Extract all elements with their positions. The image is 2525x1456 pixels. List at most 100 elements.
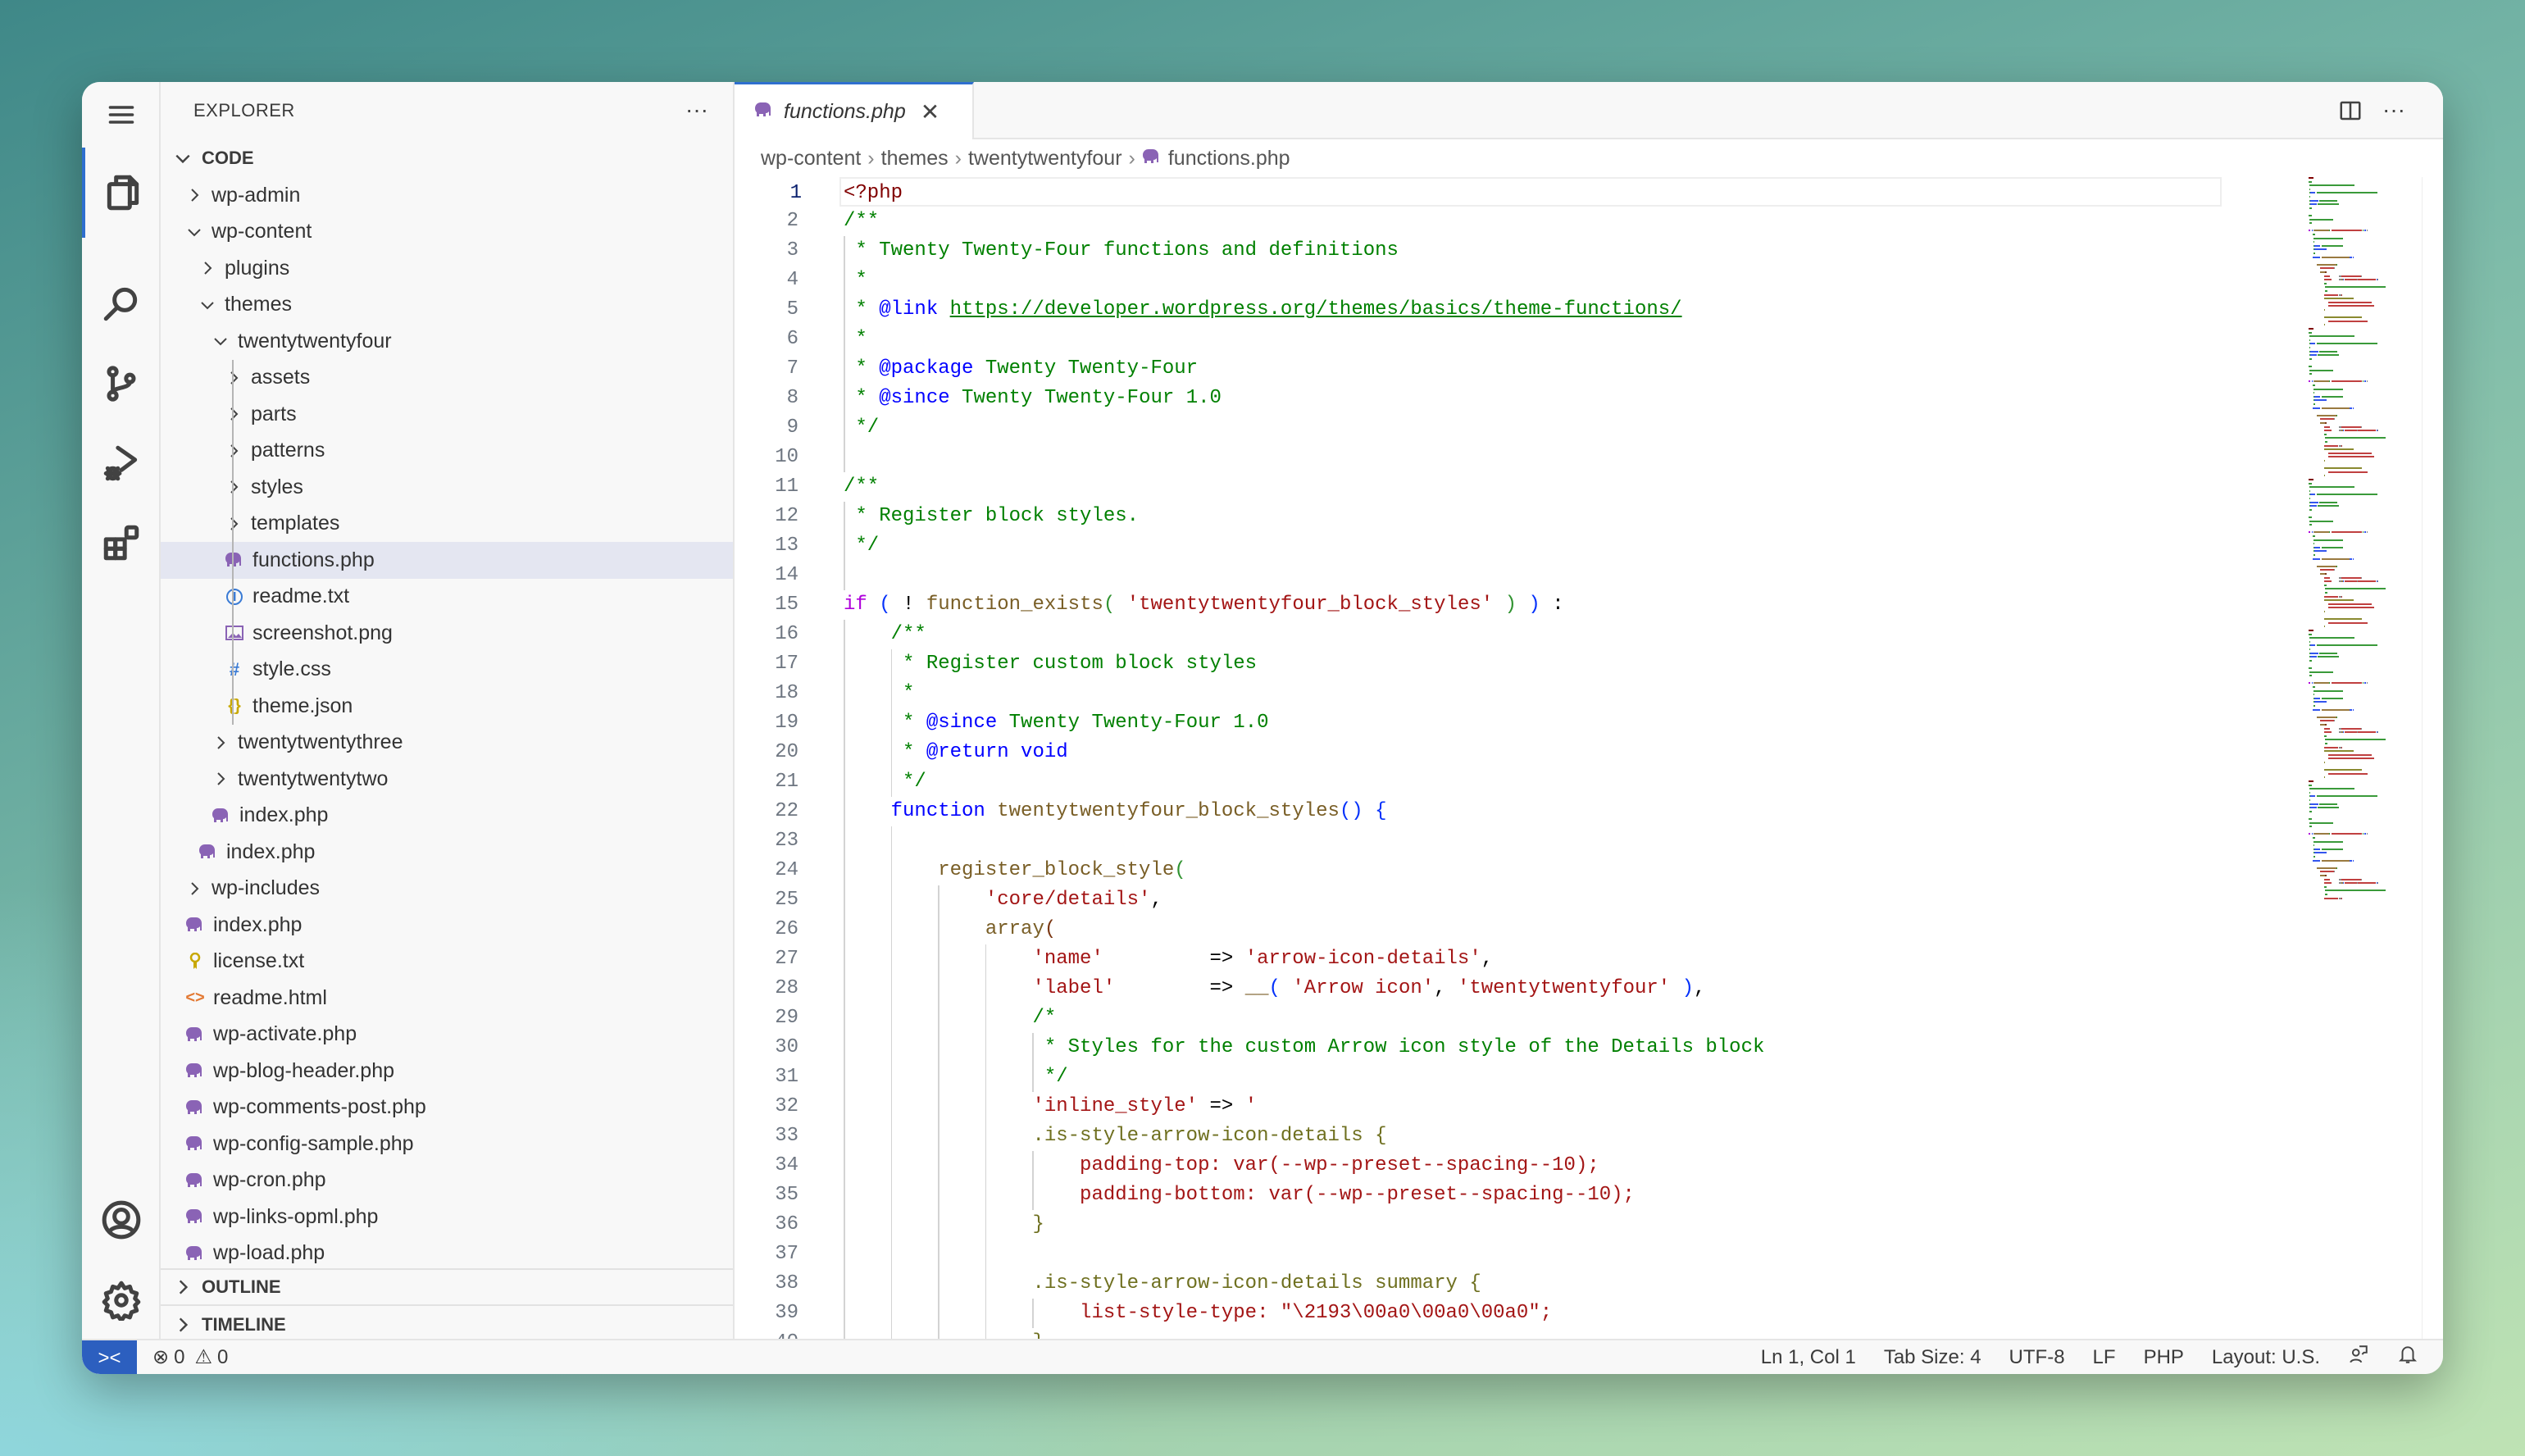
code-line[interactable]: 3 * Twenty Twenty-Four functions and def… [735,236,2222,266]
end-of-line[interactable]: LF [2093,1346,2116,1369]
code-line[interactable]: 5 * @link https://developer.wordpress.or… [735,295,2222,325]
tab-size[interactable]: Tab Size: 4 [1884,1346,1981,1369]
more-actions-icon[interactable]: ··· [685,97,708,123]
code-line[interactable]: 7 * @package Twenty Twenty-Four [735,354,2222,384]
folder-item-parts[interactable]: parts [161,396,733,433]
folder-item-patterns[interactable]: patterns [161,433,733,470]
code-line[interactable]: 34 padding-top: var(--wp--preset--spacin… [735,1151,2222,1181]
code-line[interactable]: 33 .is-style-arrow-icon-details { [735,1122,2222,1151]
code-line[interactable]: 10 [735,443,2222,472]
code-line[interactable]: 8 * @since Twenty Twenty-Four 1.0 [735,384,2222,413]
more-editor-actions-icon[interactable]: ··· [2382,97,2405,123]
code-line[interactable]: 26 array( [735,915,2222,944]
breadcrumb-item[interactable]: twentytwentyfour [968,147,1122,171]
file-item-screenshot-png[interactable]: screenshot.png [161,615,733,652]
file-item-functions-php[interactable]: functions.php [161,542,733,579]
folder-item-wp-content[interactable]: wp-content [161,214,733,251]
menu-icon[interactable] [82,82,161,148]
code-line[interactable]: 36 } [735,1210,2222,1240]
code-line[interactable]: 13 */ [735,531,2222,561]
language-mode[interactable]: PHP [2144,1346,2184,1369]
code-line[interactable]: 23 [735,826,2222,856]
file-item-wp-blog-header-php[interactable]: wp-blog-header.php [161,1053,733,1090]
folder-item-wp-admin[interactable]: wp-admin [161,177,733,214]
file-item-wp-links-opml-php[interactable]: wp-links-opml.php [161,1199,733,1235]
code-line[interactable]: 40 } [735,1328,2222,1339]
code-line[interactable]: 17 * Register custom block styles [735,649,2222,679]
code-line[interactable]: 2 /** [735,207,2222,236]
file-item-index-php[interactable]: index.php [161,834,733,871]
code-line[interactable]: 20 * @return void [735,738,2222,767]
file-item-theme-json[interactable]: {} theme.json [161,688,733,725]
file-item-wp-load-php[interactable]: wp-load.php [161,1235,733,1272]
tab-functions-php[interactable]: functions.php ✕ [735,82,974,139]
settings-icon[interactable] [82,1267,161,1333]
extensions-icon[interactable] [82,510,161,576]
code-line[interactable]: 4 * [735,266,2222,295]
folder-item-twentytwentyfour[interactable]: twentytwentyfour [161,323,733,360]
folder-item-twentytwentythree[interactable]: twentytwentythree [161,725,733,762]
code-line[interactable]: 9 */ [735,413,2222,443]
folder-item-styles[interactable]: styles [161,469,733,506]
breadcrumb-item[interactable]: themes [881,147,949,171]
search-icon[interactable] [82,271,161,336]
code-line[interactable]: 6 * [735,325,2222,354]
code-line[interactable]: 29 /* [735,1003,2222,1033]
outline-section[interactable]: OUTLINE [161,1268,733,1306]
code-line[interactable]: 25 'core/details', [735,885,2222,915]
code-line[interactable]: 35 padding-bottom: var(--wp--preset--spa… [735,1181,2222,1210]
vertical-scrollbar[interactable] [2422,177,2443,1339]
folder-item-twentytwentytwo[interactable]: twentytwentytwo [161,761,733,798]
code-line[interactable]: 24 register_block_style( [735,856,2222,885]
file-item-readme-txt[interactable]: i readme.txt [161,579,733,616]
folder-item-plugins[interactable]: plugins [161,250,733,287]
file-item-wp-comments-post-php[interactable]: wp-comments-post.php [161,1090,733,1126]
close-tab-icon[interactable]: ✕ [921,98,939,125]
code-line[interactable]: 39 list-style-type: "\2193\00a0\00a0\00a… [735,1299,2222,1328]
accounts-feedback-icon[interactable] [2348,1344,2369,1371]
folder-item-templates[interactable]: templates [161,506,733,543]
file-item-wp-activate-php[interactable]: wp-activate.php [161,1017,733,1053]
code-line[interactable]: 15 if ( ! function_exists( 'twentytwentyf… [735,590,2222,620]
remote-button[interactable]: >< [82,1340,137,1374]
file-item-index-php[interactable]: index.php [161,907,733,944]
code-line[interactable]: 19 * @since Twenty Twenty-Four 1.0 [735,708,2222,738]
accounts-icon[interactable] [82,1187,161,1253]
code-line[interactable]: 1 <?php [790,177,2222,207]
cursor-position[interactable]: Ln 1, Col 1 [1761,1346,1856,1369]
breadcrumb-item[interactable]: functions.php [1168,147,1290,171]
code-line[interactable]: 14 [735,561,2222,590]
code-line[interactable]: 16 /** [735,620,2222,649]
code-line[interactable]: 27 'name' => 'arrow-icon-details', [735,944,2222,974]
code-line[interactable]: 32 'inline_style' => ' [735,1092,2222,1122]
folder-item-wp-includes[interactable]: wp-includes [161,871,733,908]
problems-indicator[interactable]: ⊗ 0 ⚠ 0 [152,1340,228,1374]
code-link[interactable]: https://developer.wordpress.org/themes/b… [950,298,1682,321]
code-line[interactable]: 28 'label' => __( 'Arrow icon', 'twentyt… [735,974,2222,1003]
file-item-index-php[interactable]: index.php [161,798,733,835]
code-line[interactable]: 11 /** [735,472,2222,502]
source-control-icon[interactable] [82,351,161,416]
keyboard-layout[interactable]: Layout: U.S. [2212,1346,2320,1369]
code-line[interactable]: 37 [735,1240,2222,1269]
code-line[interactable]: 12 * Register block styles. [735,502,2222,531]
folder-item-assets[interactable]: assets [161,360,733,397]
folder-root-code[interactable]: CODE [161,139,733,177]
file-item-license-txt[interactable]: license.txt [161,944,733,981]
run-debug-icon[interactable] [82,430,161,496]
code-line[interactable]: 18 * [735,679,2222,708]
code-line[interactable]: 21 */ [735,767,2222,797]
code-line[interactable]: 31 */ [735,1062,2222,1092]
folder-item-themes[interactable]: themes [161,287,733,324]
breadcrumb-item[interactable]: wp-content [761,147,861,171]
code-line[interactable]: 38 .is-style-arrow-icon-details summary … [735,1269,2222,1299]
file-item-readme-html[interactable]: <> readme.html [161,980,733,1017]
code-editor[interactable]: 1 <?php 2/** 3 * Twenty Twenty-Four functio… [735,177,2443,1339]
file-item-wp-config-sample-php[interactable]: wp-config-sample.php [161,1126,733,1163]
notifications-bell-icon[interactable] [2397,1344,2418,1371]
code-line[interactable]: 22 function twentytwentyfour_block_style… [735,797,2222,826]
code-line[interactable]: 30 * Styles for the custom Arrow icon st… [735,1033,2222,1062]
split-editor-icon[interactable] [2338,98,2363,129]
file-item-style-css[interactable]: # style.css [161,652,733,689]
file-item-wp-cron-php[interactable]: wp-cron.php [161,1163,733,1199]
